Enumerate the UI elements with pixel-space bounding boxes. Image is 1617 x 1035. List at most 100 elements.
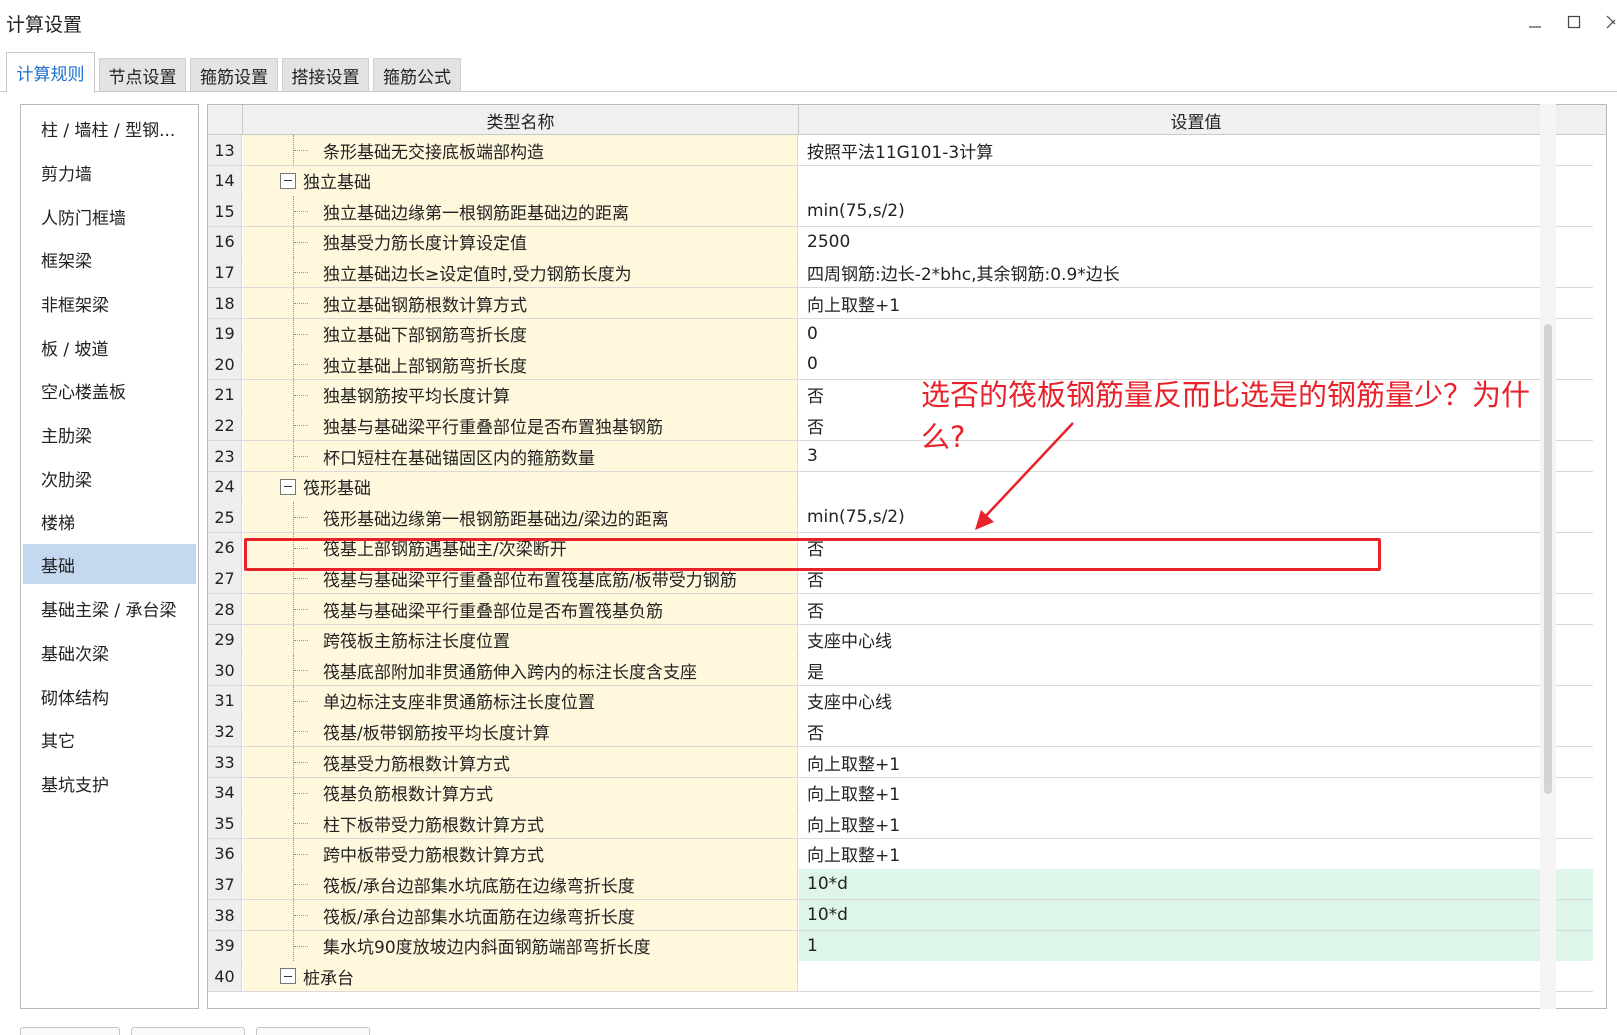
table-row[interactable]: 38 筏板/承台边部集水坑面筋在边缘弯折长度 10*d — [208, 900, 1593, 931]
setting-value-cell[interactable]: 是 — [799, 655, 1593, 686]
footer-button[interactable] — [131, 1027, 245, 1035]
row-number: 26 — [208, 532, 242, 563]
sidebar-item-label: 柱 / 墙柱 / 型钢... — [41, 120, 176, 141]
sidebar-item-main-rib-beam[interactable]: 主肋梁 — [23, 414, 196, 454]
footer-button[interactable] — [256, 1027, 370, 1035]
tree-branch-line — [294, 762, 308, 763]
sidebar-item-shear-wall[interactable]: 剪力墙 — [23, 152, 196, 192]
tab-calc-rules[interactable]: 计算规则 — [6, 52, 95, 93]
group-row[interactable]: 40 桩承台 — [208, 961, 1593, 993]
tree-branch-line — [294, 425, 308, 427]
sidebar-item-non-frame-beam[interactable]: 非框架梁 — [23, 283, 196, 323]
setting-value-cell[interactable]: min(75,s/2) — [799, 502, 1593, 533]
sidebar-item-hollow-slab[interactable]: 空心楼盖板 — [23, 370, 196, 410]
setting-value-cell[interactable]: min(75,s/2) — [799, 196, 1593, 227]
table-row[interactable]: 16 独基受力筋长度计算设定值 2500 — [208, 226, 1593, 258]
tree-branch-line — [294, 639, 308, 641]
tree-branch-line — [294, 670, 308, 672]
row-number: 14 — [208, 165, 242, 196]
table-row[interactable]: 27 筏基与基础梁平行重叠部位布置筏基底筋/板带受力钢筋 否 — [208, 563, 1593, 595]
sidebar-item-column[interactable]: 柱 / 墙柱 / 型钢... — [23, 108, 196, 148]
footer-button[interactable] — [20, 1027, 120, 1035]
sidebar-item-masonry[interactable]: 砌体结构 — [23, 676, 196, 716]
sidebar-item-foundation-main-beam[interactable]: 基础主梁 / 承台梁 — [23, 588, 196, 628]
minimize-icon[interactable] — [1523, 10, 1547, 34]
grid-scrollbar[interactable] — [1540, 104, 1556, 1009]
table-row[interactable]: 30 筏基底部附加非贯通筋伸入跨内的标注长度含支座 是 — [208, 655, 1593, 687]
table-row[interactable]: 34 筏基负筋根数计算方式 向上取整+1 — [208, 777, 1593, 809]
sidebar-item-secondary-rib-beam[interactable]: 次肋梁 — [23, 458, 196, 498]
table-row[interactable]: 18 独立基础钢筋根数计算方式 向上取整+1 — [208, 288, 1593, 319]
collapse-icon[interactable] — [280, 478, 296, 495]
table-row[interactable]: 39 集水坑90度放坡边内斜面钢筋端部弯折长度 1 — [208, 930, 1593, 962]
sidebar-item-frame-beam[interactable]: 框架梁 — [23, 239, 196, 279]
table-row[interactable]: 36 跨中板带受力筋根数计算方式 向上取整+1 — [208, 838, 1593, 870]
tab-stirrup-formula[interactable]: 箍筋公式 — [373, 58, 461, 92]
type-name-cell: 筏板/承台边部集水坑面筋在边缘弯折长度 — [243, 900, 798, 930]
row-number: 34 — [208, 777, 242, 808]
table-row[interactable]: 25 筏形基础边缘第一根钢筋距基础边/梁边的距离 min(75,s/2) — [208, 502, 1593, 534]
table-row[interactable]: 15 独立基础边缘第一根钢筋距基础边的距离 min(75,s/2) — [208, 196, 1593, 228]
row-number: 36 — [208, 838, 242, 869]
table-row[interactable]: 28 筏基与基础梁平行重叠部位是否布置筏基负筋 否 — [208, 594, 1593, 625]
setting-value-cell[interactable]: 向上取整+1 — [799, 747, 1593, 777]
setting-value-cell[interactable]: 支座中心线 — [799, 624, 1593, 655]
type-name-cell: 独立基础边长≥设定值时,受力钢筋长度为 — [243, 257, 798, 288]
sidebar-item-foundation-secondary-beam[interactable]: 基础次梁 — [23, 632, 196, 672]
table-row[interactable]: 17 独立基础边长≥设定值时,受力钢筋长度为 四周钢筋:边长-2*bhc,其余钢筋:… — [208, 257, 1593, 289]
header-row-number — [208, 105, 242, 135]
setting-value-cell[interactable]: 0 — [799, 318, 1593, 349]
table-row[interactable]: 19 独立基础下部钢筋弯折长度 0 — [208, 318, 1593, 350]
setting-value-cell[interactable]: 否 — [799, 716, 1593, 747]
type-name-cell: 独立基础下部钢筋弯折长度 — [243, 318, 798, 349]
setting-value-cell[interactable]: 按照平法11G101-3计算 — [799, 135, 1593, 165]
setting-name: 独立基础上部钢筋弯折长度 — [323, 356, 527, 377]
sidebar-item-other[interactable]: 其它 — [23, 719, 196, 759]
setting-value-cell[interactable]: 1 — [799, 930, 1593, 961]
type-name-cell: 筏板/承台边部集水坑底筋在边缘弯折长度 — [243, 869, 798, 900]
group-row[interactable]: 14 独立基础 — [208, 165, 1593, 197]
table-row[interactable]: 26 筏基上部钢筋遇基础主/次梁断开 否 — [208, 532, 1593, 564]
table-row[interactable]: 33 筏基受力筋根数计算方式 向上取整+1 — [208, 747, 1593, 778]
setting-value-cell[interactable]: 否 — [799, 563, 1593, 594]
sidebar-item-foundation[interactable]: 基础 — [23, 544, 196, 584]
setting-value-cell[interactable]: 支座中心线 — [799, 685, 1593, 716]
grid-header: 类型名称 设置值 — [208, 105, 1606, 135]
tree-branch-line — [294, 700, 308, 702]
tab-label: 计算规则 — [16, 65, 85, 85]
setting-value-cell[interactable]: 向上取整+1 — [799, 838, 1593, 869]
table-row[interactable]: 31 单边标注支座非贯通筋标注长度位置 支座中心线 — [208, 685, 1593, 717]
sidebar-item-label: 空心楼盖板 — [41, 382, 126, 403]
type-name-cell: 筏基与基础梁平行重叠部位布置筏基底筋/板带受力钢筋 — [243, 563, 798, 594]
setting-value-cell[interactable]: 四周钢筋:边长-2*bhc,其余钢筋:0.9*边长 — [799, 257, 1593, 288]
setting-value-cell[interactable]: 向上取整+1 — [799, 777, 1593, 808]
table-row[interactable]: 32 筏基/板带钢筋按平均长度计算 否 — [208, 716, 1593, 748]
table-row[interactable]: 13 条形基础无交接底板端部构造 按照平法11G101-3计算 — [208, 135, 1593, 166]
sidebar-item-slab-ramp[interactable]: 板 / 坡道 — [23, 327, 196, 367]
setting-value-cell[interactable]: 10*d — [799, 869, 1593, 900]
setting-name: 单边标注支座非贯通筋标注长度位置 — [323, 693, 595, 714]
setting-value-cell[interactable]: 2500 — [799, 226, 1593, 257]
tab-node-settings[interactable]: 节点设置 — [99, 58, 186, 92]
maximize-icon[interactable] — [1562, 10, 1586, 34]
collapse-icon[interactable] — [280, 968, 296, 985]
group-row[interactable]: 24 筏形基础 — [208, 471, 1593, 503]
row-number: 20 — [208, 349, 242, 380]
sidebar-item-stairs[interactable]: 楼梯 — [23, 501, 196, 541]
table-row[interactable]: 37 筏板/承台边部集水坑底筋在边缘弯折长度 10*d — [208, 869, 1593, 901]
tab-lap-settings[interactable]: 搭接设置 — [282, 58, 369, 92]
table-row[interactable]: 29 跨筏板主筋标注长度位置 支座中心线 — [208, 624, 1593, 656]
collapse-icon[interactable] — [280, 172, 296, 189]
close-icon[interactable] — [1601, 10, 1617, 34]
setting-value-cell[interactable]: 向上取整+1 — [799, 288, 1593, 318]
setting-value-cell[interactable]: 否 — [799, 594, 1593, 624]
sidebar-item-pit-support[interactable]: 基坑支护 — [23, 763, 196, 803]
setting-name: 筏基受力筋根数计算方式 — [323, 754, 510, 775]
table-row[interactable]: 35 柱下板带受力筋根数计算方式 向上取整+1 — [208, 808, 1593, 840]
setting-value-cell[interactable]: 10*d — [799, 900, 1593, 930]
setting-value-cell[interactable]: 否 — [799, 532, 1593, 563]
setting-value-cell[interactable]: 向上取整+1 — [799, 808, 1593, 839]
annotation-text: 选否的筏板钢筋量反而比选是的钢筋量少？为什么? — [921, 378, 1531, 454]
sidebar-item-civil-defense-door-frame[interactable]: 人防门框墙 — [23, 196, 196, 236]
tab-stirrup-settings[interactable]: 箍筋设置 — [190, 58, 278, 92]
